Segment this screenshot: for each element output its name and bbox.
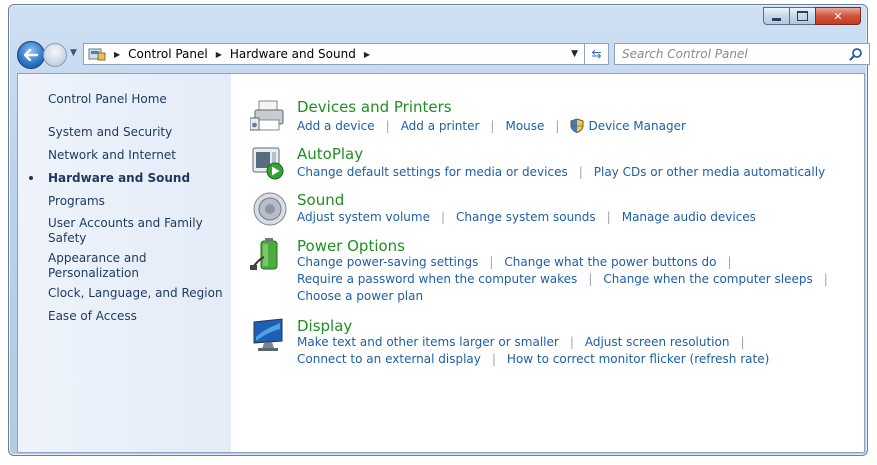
sidebar-item-network-and-internet[interactable]: Network and Internet	[48, 148, 223, 163]
change-power-saving-settings-link[interactable]: Change power-saving settings	[297, 255, 478, 269]
sidebar-item-clock-language-region[interactable]: Clock, Language, and Region	[48, 286, 223, 301]
sidebar-item-label: Hardware and Sound	[48, 171, 191, 185]
require-password-on-wake-link[interactable]: Require a password when the computer wak…	[297, 272, 577, 286]
link-line: Connect to an external display | How to …	[297, 352, 769, 366]
change-sleep-time-link[interactable]: Change when the computer sleeps	[603, 272, 812, 286]
refresh-icon: ⇆	[591, 47, 602, 61]
autoplay-link[interactable]: AutoPlay	[297, 145, 363, 163]
content-pane: Control Panel Home System and Security N…	[17, 73, 865, 453]
sidebar-item-user-accounts[interactable]: User Accounts and Family Safety	[48, 216, 223, 246]
address-dropdown-icon[interactable]: ▼	[571, 49, 578, 59]
close-icon: ✕	[833, 9, 843, 23]
change-power-buttons-link[interactable]: Change what the power buttons do	[504, 255, 716, 269]
sound-link[interactable]: Sound	[297, 191, 344, 209]
sidebar-item-hardware-and-sound[interactable]: Hardware and Sound	[29, 171, 223, 186]
link-separator: |	[555, 118, 560, 133]
link-line: Adjust system volume | Change system sou…	[297, 210, 756, 224]
choose-power-plan-link[interactable]: Choose a power plan	[297, 289, 423, 303]
search-icon[interactable]	[849, 47, 863, 61]
monitor-icon	[253, 318, 283, 351]
search-placeholder: Search Control Panel	[622, 47, 748, 61]
link-line: Add a device | Add a printer | Mouse | D…	[297, 118, 686, 133]
sidebar-item-system-and-security[interactable]: System and Security	[48, 125, 223, 140]
change-default-media-settings-link[interactable]: Change default settings for media or dev…	[297, 165, 568, 179]
navigation-bar: ▼ ▶ Control Panel ▶ Hardware and Sound ▶…	[17, 41, 870, 69]
add-printer-link[interactable]: Add a printer	[401, 119, 480, 133]
current-page-bullet-icon	[29, 176, 33, 180]
breadcrumb-hardware-and-sound[interactable]: Hardware and Sound	[230, 47, 356, 61]
link-separator: |	[588, 272, 593, 286]
link-separator: |	[385, 118, 390, 133]
link-line: Choose a power plan	[297, 289, 423, 303]
link-separator: |	[823, 272, 828, 286]
search-input[interactable]: Search Control Panel	[614, 43, 870, 65]
uac-shield-icon	[570, 118, 584, 133]
adjust-system-volume-link[interactable]: Adjust system volume	[297, 210, 430, 224]
sidebar-item-appearance[interactable]: Appearance and Personalization	[48, 251, 223, 281]
control-panel-icon	[88, 47, 106, 61]
printer-icon	[250, 100, 284, 131]
connect-external-display-link[interactable]: Connect to an external display	[297, 352, 481, 366]
link-separator: |	[606, 210, 611, 224]
add-device-link[interactable]: Add a device	[297, 119, 375, 133]
power-battery-icon	[250, 238, 278, 270]
manage-audio-devices-link[interactable]: Manage audio devices	[622, 210, 756, 224]
link-separator: |	[489, 255, 494, 269]
maximize-icon	[797, 11, 808, 21]
link-separator: |	[740, 335, 745, 349]
link-separator: |	[727, 255, 732, 269]
link-line: Change default settings for media or dev…	[297, 165, 825, 179]
close-button[interactable]: ✕	[815, 7, 861, 25]
adjust-screen-resolution-link[interactable]: Adjust screen resolution	[585, 335, 730, 349]
sidebar-item-control-panel-home[interactable]: Control Panel Home	[48, 92, 223, 107]
devices-and-printers-link[interactable]: Devices and Printers	[297, 98, 452, 116]
control-panel-window: ✕ ▼ ▶ Control Panel ▶ Hardware and Sound…	[8, 4, 870, 456]
device-manager-link[interactable]: Device Manager	[588, 119, 685, 133]
back-arrow-icon	[24, 49, 38, 61]
link-separator: |	[440, 210, 446, 224]
link-line: Make text and other items larger or smal…	[297, 335, 756, 349]
maximize-button[interactable]	[789, 7, 815, 25]
recent-pages-chevron-icon[interactable]: ▼	[70, 48, 77, 58]
link-separator: |	[578, 165, 583, 179]
link-line: Change power-saving settings | Change wh…	[297, 255, 743, 269]
minimize-icon	[772, 17, 781, 21]
make-text-larger-link[interactable]: Make text and other items larger or smal…	[297, 335, 559, 349]
caption-buttons: ✕	[763, 7, 861, 25]
link-line: Require a password when the computer wak…	[297, 272, 839, 286]
back-button[interactable]	[17, 41, 45, 69]
refresh-button[interactable]: ⇆	[585, 43, 609, 65]
link-separator: |	[490, 118, 495, 133]
link-separator: |	[569, 335, 574, 349]
correct-monitor-flicker-link[interactable]: How to correct monitor flicker (refresh …	[507, 352, 769, 366]
link-separator: |	[491, 352, 496, 366]
mouse-link[interactable]: Mouse	[505, 119, 544, 133]
sidebar-item-ease-of-access[interactable]: Ease of Access	[48, 309, 223, 324]
play-cds-automatically-link[interactable]: Play CDs or other media automatically	[594, 165, 825, 179]
sidebar: Control Panel Home System and Security N…	[18, 74, 231, 452]
forward-button[interactable]	[43, 43, 67, 67]
breadcrumb-separator-icon[interactable]: ▶	[216, 50, 222, 59]
autoplay-icon	[252, 147, 284, 180]
breadcrumb-control-panel[interactable]: Control Panel	[128, 47, 208, 61]
address-bar[interactable]: ▶ Control Panel ▶ Hardware and Sound ▶ ▼	[83, 43, 585, 65]
breadcrumb-separator-icon[interactable]: ▶	[364, 50, 370, 59]
minimize-button[interactable]	[763, 7, 789, 25]
speaker-icon	[253, 192, 287, 226]
sidebar-item-programs[interactable]: Programs	[48, 194, 223, 209]
power-options-link[interactable]: Power Options	[297, 237, 405, 255]
change-system-sounds-link[interactable]: Change system sounds	[456, 210, 596, 224]
breadcrumb-separator-icon[interactable]: ▶	[114, 50, 120, 59]
display-link[interactable]: Display	[297, 317, 352, 335]
